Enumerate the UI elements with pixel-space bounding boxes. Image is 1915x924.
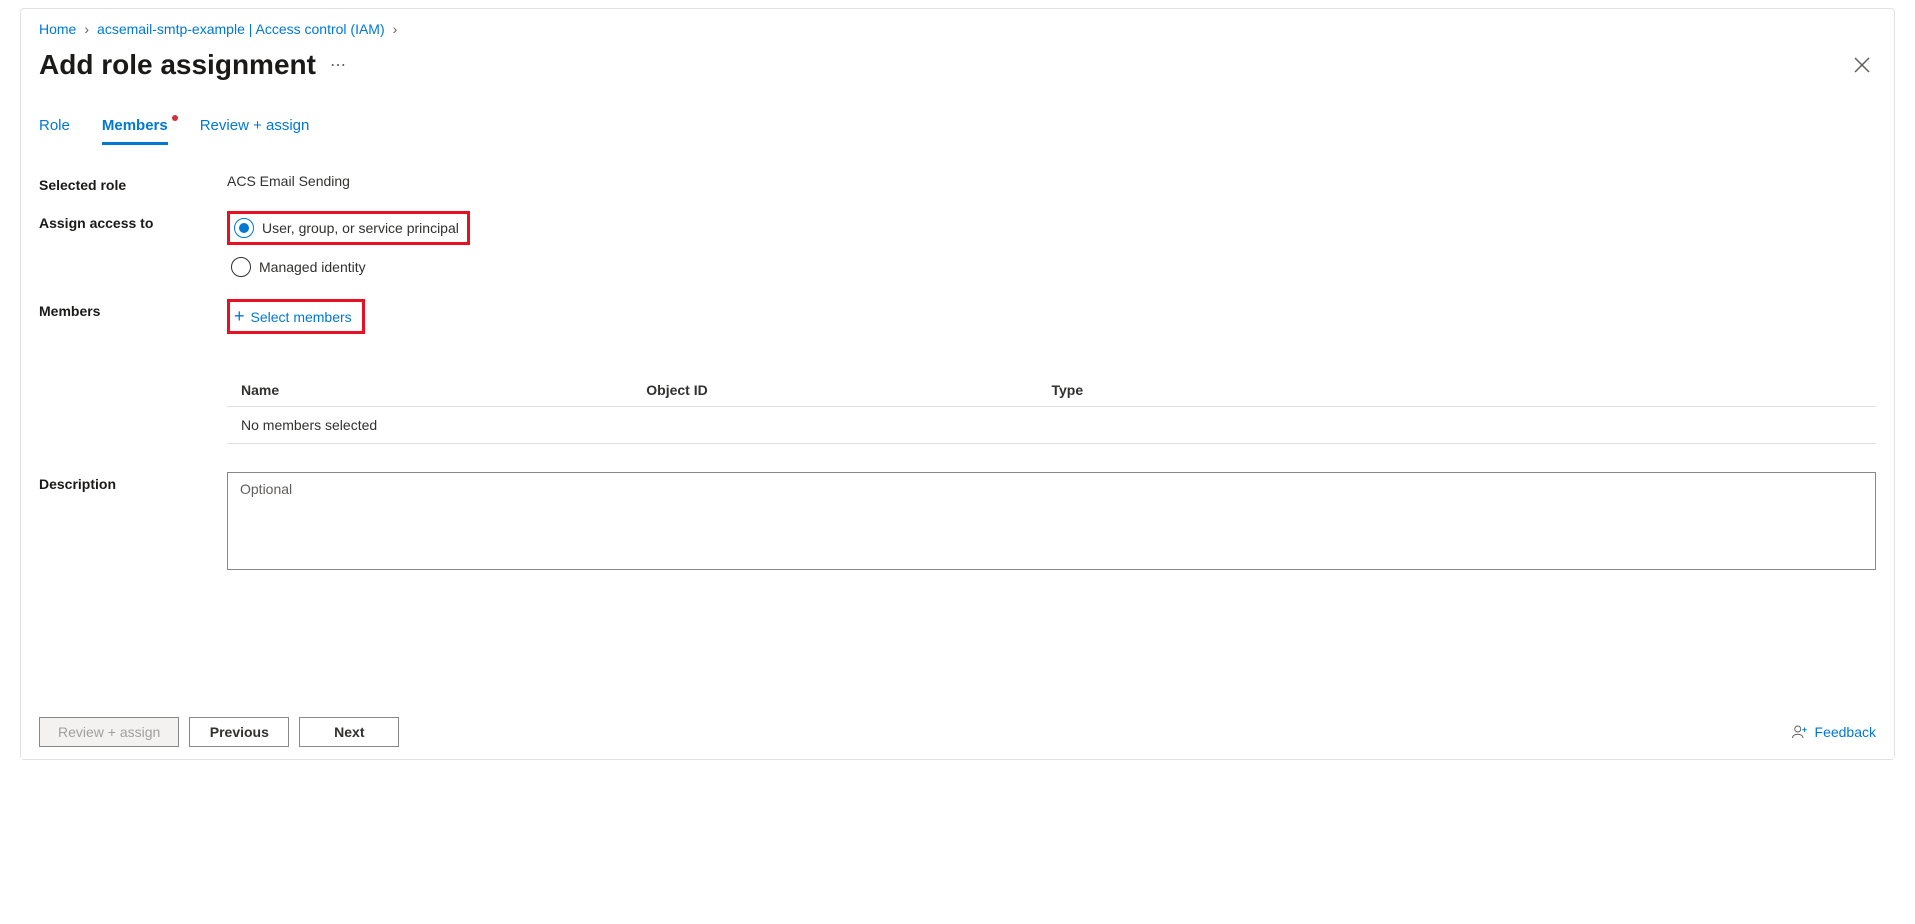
previous-button[interactable]: Previous: [189, 717, 289, 747]
column-name: Name: [241, 382, 646, 398]
plus-icon: +: [234, 306, 245, 327]
members-empty-message: No members selected: [227, 407, 1876, 444]
members-table-header: Name Object ID Type: [227, 374, 1876, 407]
feedback-label: Feedback: [1815, 724, 1876, 740]
breadcrumb: Home › acsemail-smtp-example | Access co…: [39, 17, 1876, 37]
feedback-icon: [1791, 723, 1809, 741]
page-title: Add role assignment: [39, 49, 316, 81]
chevron-right-icon: ›: [84, 21, 89, 37]
footer-bar: Review + assign Previous Next Feedback: [21, 705, 1894, 759]
tab-bar: Role Members Review + assign: [39, 117, 1876, 145]
tab-members-label: Members: [102, 117, 168, 134]
review-assign-button[interactable]: Review + assign: [39, 717, 179, 747]
description-input[interactable]: [227, 472, 1876, 570]
radio-user-group-principal[interactable]: User, group, or service principal: [227, 211, 470, 245]
close-icon: [1854, 57, 1870, 73]
tab-members[interactable]: Members: [102, 117, 168, 145]
next-button[interactable]: Next: [299, 717, 399, 747]
select-members-button[interactable]: + Select members: [227, 299, 365, 334]
chevron-right-icon: ›: [393, 21, 398, 37]
close-button[interactable]: [1848, 51, 1876, 79]
radio-icon: [234, 218, 254, 238]
column-type: Type: [1052, 382, 1863, 398]
assign-access-label: Assign access to: [39, 211, 227, 231]
tab-role[interactable]: Role: [39, 117, 70, 145]
select-members-label: Select members: [251, 309, 352, 325]
members-label: Members: [39, 299, 227, 319]
radio-managed-identity[interactable]: Managed identity: [227, 253, 374, 281]
radio-managed-label: Managed identity: [259, 259, 366, 275]
breadcrumb-resource[interactable]: acsemail-smtp-example | Access control (…: [97, 21, 385, 37]
more-icon[interactable]: ⋯: [330, 55, 346, 75]
members-table: Name Object ID Type No members selected: [227, 374, 1876, 444]
description-label: Description: [39, 472, 227, 492]
selected-role-value: ACS Email Sending: [227, 173, 1876, 189]
feedback-link[interactable]: Feedback: [1791, 723, 1876, 741]
radio-icon: [231, 257, 251, 277]
tab-review-assign[interactable]: Review + assign: [200, 117, 310, 145]
radio-user-label: User, group, or service principal: [262, 220, 459, 236]
column-object-id: Object ID: [646, 382, 1051, 398]
selected-role-label: Selected role: [39, 173, 227, 193]
breadcrumb-home[interactable]: Home: [39, 21, 76, 37]
tab-indicator-dot: [172, 115, 178, 121]
